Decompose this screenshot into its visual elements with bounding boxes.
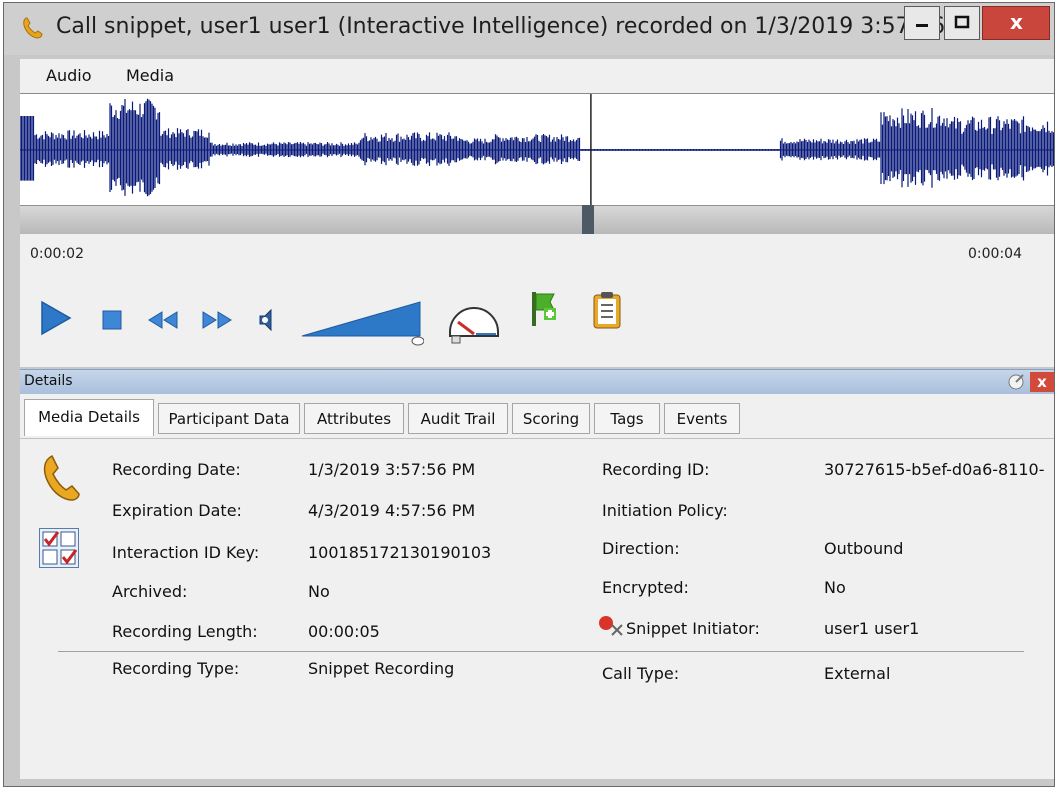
expiration-date-label: Expiration Date: (112, 501, 242, 520)
details-tab-strip: Media Details Participant Data Attribute… (20, 394, 1054, 438)
interaction-id-key-value: 100185172130190103 (308, 543, 492, 562)
menu-bar: Audio Media (20, 59, 1054, 93)
expiration-date-value: 4/3/2019 4:57:56 PM (308, 501, 476, 520)
tab-tags[interactable]: Tags (594, 403, 660, 434)
details-separator (58, 651, 1024, 652)
pin-icon[interactable] (1005, 372, 1027, 396)
recording-type-value: Snippet Recording (308, 659, 455, 678)
title-bar[interactable]: Call snippet, user1 user1 (Interactive I… (4, 3, 1054, 55)
tab-events[interactable]: Events (664, 403, 740, 434)
playback-speed-gauge-icon[interactable] (446, 298, 502, 352)
encrypted-label: Encrypted: (602, 578, 689, 597)
encrypted-value: No (824, 578, 846, 597)
close-icon: x (1010, 10, 1023, 34)
rewind-icon[interactable] (146, 310, 180, 334)
playhead-slider-thumb[interactable] (582, 205, 594, 234)
add-bookmark-flag-icon[interactable] (528, 290, 560, 332)
volume-slider[interactable] (300, 296, 425, 352)
fast-forward-icon[interactable] (200, 310, 234, 334)
snippet-initiator-label: Snippet Initiator: (626, 619, 760, 638)
checklist-icon (39, 528, 79, 568)
speaker-icon[interactable] (256, 306, 274, 338)
player-controls-area: 0:00:02 0:00:04 (20, 234, 1054, 367)
stop-icon[interactable] (102, 310, 122, 334)
recording-id-value: 30727615-b5ef-d0a6-8110- (824, 460, 1045, 479)
call-snippet-window: Call snippet, user1 user1 (Interactive I… (3, 2, 1055, 787)
details-label: Details (24, 373, 73, 389)
tab-participant-data[interactable]: Participant Data (158, 403, 300, 434)
recording-length-value: 00:00:05 (308, 622, 380, 641)
waveform-graphic (19, 94, 1054, 206)
recording-length-label: Recording Length: (112, 622, 258, 641)
details-panel-header: Details x (20, 369, 1054, 396)
clipboard-notes-icon[interactable] (592, 290, 622, 334)
archived-label: Archived: (112, 582, 188, 601)
tab-audit-trail[interactable]: Audit Trail (408, 403, 508, 434)
call-type-value: External (824, 664, 891, 683)
start-time-label: 0:00:02 (30, 246, 84, 262)
recording-id-label: Recording ID: (602, 460, 710, 479)
call-phone-icon (38, 452, 82, 508)
details-close-icon[interactable]: x (1030, 372, 1054, 392)
interaction-id-key-label: Interaction ID Key: (112, 543, 260, 562)
menu-audio[interactable]: Audio (46, 66, 91, 85)
snippet-initiator-icon (598, 615, 626, 643)
archived-value: No (308, 582, 330, 601)
recording-date-value: 1/3/2019 3:57:56 PM (308, 460, 476, 479)
media-details-panel: Recording Date: 1/3/2019 3:57:56 PM Expi… (20, 438, 1054, 780)
play-icon[interactable] (40, 300, 72, 340)
maximize-button[interactable] (944, 6, 980, 40)
menu-media[interactable]: Media (126, 66, 174, 85)
snippet-initiator-value: user1 user1 (824, 619, 920, 638)
phone-handset-icon (20, 15, 46, 45)
waveform-display[interactable] (19, 93, 1054, 206)
tab-scoring[interactable]: Scoring (512, 403, 590, 434)
playback-track[interactable] (20, 205, 1054, 235)
tab-media-details[interactable]: Media Details (24, 399, 154, 436)
end-time-label: 0:00:04 (968, 246, 1022, 262)
waveform-path (19, 98, 1054, 197)
close-button[interactable]: x (982, 6, 1050, 40)
direction-label: Direction: (602, 539, 680, 558)
recording-date-label: Recording Date: (112, 460, 241, 479)
recording-type-label: Recording Type: (112, 659, 240, 678)
tab-attributes[interactable]: Attributes (304, 403, 404, 434)
window-title: Call snippet, user1 user1 (Interactive I… (56, 14, 974, 39)
call-type-label: Call Type: (602, 664, 680, 683)
minimize-button[interactable] (904, 6, 940, 40)
initiation-policy-label: Initiation Policy: (602, 501, 728, 520)
direction-value: Outbound (824, 539, 904, 558)
window-bottom-border (4, 779, 1054, 786)
